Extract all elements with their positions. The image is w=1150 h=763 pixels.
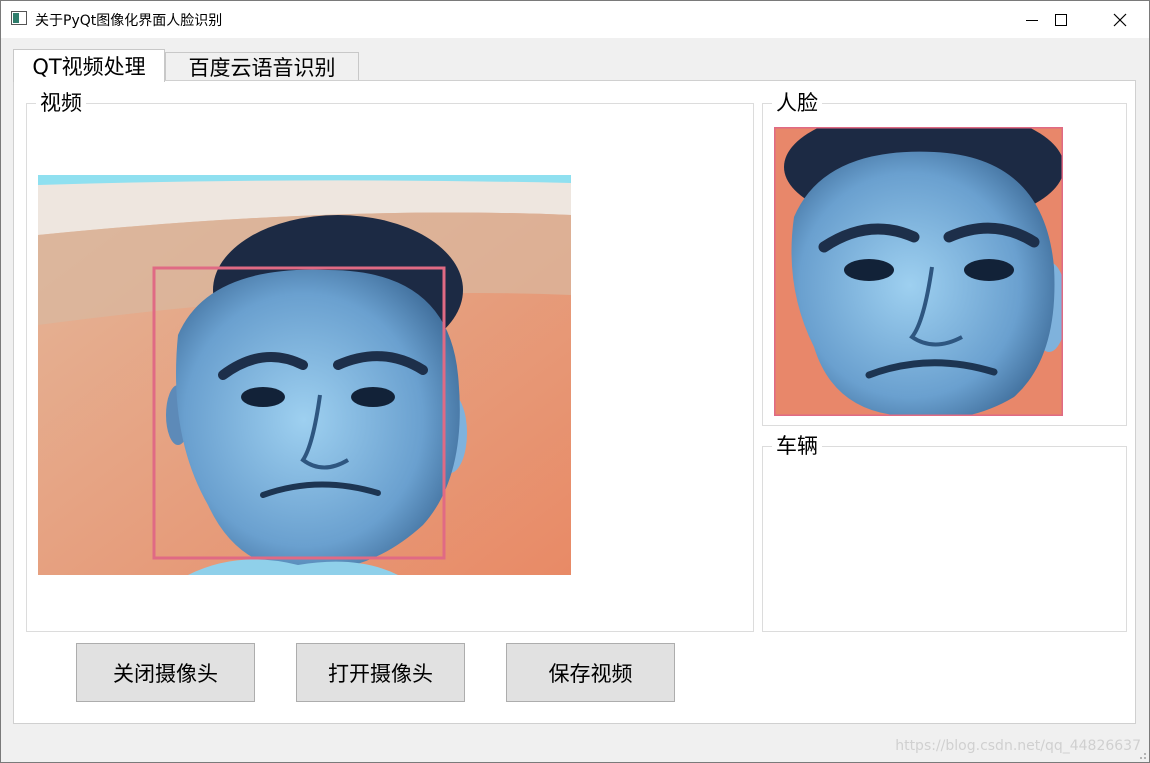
open-camera-button[interactable]: 打开摄像头 xyxy=(296,643,465,702)
maximize-button[interactable] xyxy=(1032,1,1090,38)
face-group-title: 人脸 xyxy=(772,90,822,116)
video-group-title: 视频 xyxy=(36,90,86,116)
csdn-watermark: https://blog.csdn.net/qq_44826637 xyxy=(895,738,1141,754)
video-frame-image xyxy=(38,175,571,575)
tab-panel: 视频 人脸 车辆 关闭摄像头 打开摄像头 保存视频 xyxy=(13,80,1136,724)
window-title: 关于PyQt图像化界面人脸识别 xyxy=(35,13,223,29)
app-window-icon xyxy=(11,11,27,25)
face-crop-svg xyxy=(774,127,1063,416)
main-window: 关于PyQt图像化界面人脸识别 QT视频处理 百度云语音识别 视频 人脸 车辆 … xyxy=(0,0,1150,763)
face-groupbox: 人脸 xyxy=(762,90,1127,426)
close-button[interactable] xyxy=(1091,1,1149,38)
tab-qt-video[interactable]: QT视频处理 xyxy=(13,49,165,82)
vehicle-groupbox: 车辆 xyxy=(762,433,1127,632)
face-crop-image xyxy=(774,127,1063,416)
close-icon xyxy=(1113,13,1127,26)
title-bar[interactable]: 关于PyQt图像化界面人脸识别 xyxy=(1,1,1149,38)
save-video-button[interactable]: 保存视频 xyxy=(506,643,675,702)
video-groupbox: 视频 xyxy=(26,90,754,632)
video-frame xyxy=(38,175,571,575)
resize-grip-icon[interactable] xyxy=(1137,750,1147,760)
close-camera-button[interactable]: 关闭摄像头 xyxy=(76,643,255,702)
vehicle-group-title: 车辆 xyxy=(772,433,822,459)
maximize-icon xyxy=(1055,13,1067,26)
tab-baidu-voice[interactable]: 百度云语音识别 xyxy=(165,52,359,80)
